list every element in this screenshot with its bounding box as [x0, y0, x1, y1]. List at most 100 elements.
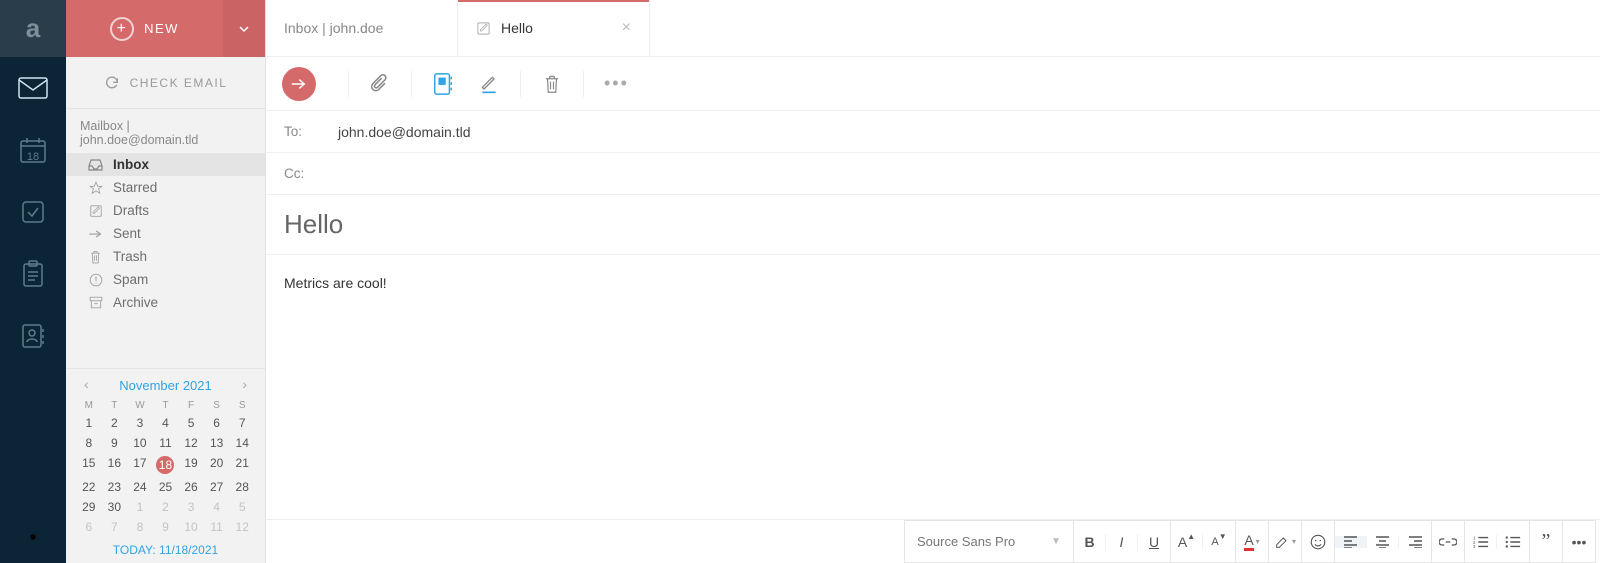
cal-day[interactable]: 13 — [204, 433, 230, 453]
rail-contacts[interactable] — [0, 305, 66, 367]
cal-day[interactable]: 12 — [229, 517, 255, 537]
cal-day[interactable]: 8 — [76, 433, 102, 453]
blockquote-button[interactable]: ” — [1530, 530, 1562, 553]
bold-button[interactable]: B — [1074, 534, 1106, 550]
rail-mail[interactable] — [0, 57, 66, 119]
folder-label: Archive — [113, 295, 158, 310]
cal-day[interactable]: 7 — [229, 413, 255, 433]
rail-notes[interactable] — [0, 243, 66, 305]
new-dropdown[interactable] — [223, 0, 265, 57]
folder-drafts[interactable]: Drafts — [66, 199, 265, 222]
cal-day[interactable]: 9 — [153, 517, 179, 537]
folder-starred[interactable]: Starred — [66, 176, 265, 199]
emoji-button[interactable] — [1302, 533, 1334, 551]
folder-sent[interactable]: Sent — [66, 222, 265, 245]
cal-day[interactable]: 17 — [127, 453, 153, 477]
cal-day[interactable]: 27 — [204, 477, 230, 497]
cal-day[interactable]: 23 — [102, 477, 128, 497]
address-book-button[interactable] — [432, 73, 454, 95]
cal-day[interactable]: 18 — [153, 453, 179, 477]
cc-row[interactable]: Cc: — [266, 153, 1600, 195]
cal-day[interactable]: 7 — [102, 517, 128, 537]
to-row[interactable]: To: john.doe@domain.tld — [266, 111, 1600, 153]
cal-day[interactable]: 14 — [229, 433, 255, 453]
cal-day[interactable]: 4 — [153, 413, 179, 433]
cal-month-label[interactable]: November 2021 — [119, 378, 212, 393]
cal-day[interactable]: 12 — [178, 433, 204, 453]
highlight-color-button[interactable]: ▾ — [1269, 534, 1301, 550]
cal-today-link[interactable]: TODAY: 11/18/2021 — [76, 537, 255, 557]
cal-day[interactable]: 3 — [178, 497, 204, 517]
font-color-button[interactable]: A▾ — [1236, 532, 1268, 551]
attach-button[interactable] — [369, 73, 391, 95]
folder-archive[interactable]: Archive — [66, 291, 265, 314]
ordered-list-button[interactable]: 123 — [1465, 535, 1497, 549]
underline-button[interactable]: U — [1138, 534, 1170, 550]
cal-day[interactable]: 5 — [178, 413, 204, 433]
align-center-button[interactable] — [1367, 536, 1399, 548]
send-button[interactable] — [282, 67, 316, 101]
tab-inbox[interactable]: Inbox | john.doe — [266, 0, 458, 56]
cal-day[interactable]: 11 — [204, 517, 230, 537]
cal-day[interactable]: 1 — [76, 413, 102, 433]
cal-day[interactable]: 6 — [76, 517, 102, 537]
cal-day[interactable]: 1 — [127, 497, 153, 517]
rail-calendar[interactable]: 18 — [0, 119, 66, 181]
folder-inbox[interactable]: Inbox — [66, 153, 265, 176]
format-more-button[interactable]: ••• — [1563, 534, 1595, 550]
cal-day[interactable]: 28 — [229, 477, 255, 497]
cal-day[interactable]: 9 — [102, 433, 128, 453]
font-family-select[interactable]: Source Sans Pro ▼ — [904, 520, 1074, 563]
cal-day[interactable]: 24 — [127, 477, 153, 497]
cal-day[interactable]: 22 — [76, 477, 102, 497]
cal-day[interactable]: 16 — [102, 453, 128, 477]
unordered-list-button[interactable] — [1497, 535, 1529, 549]
cal-day[interactable]: 30 — [102, 497, 128, 517]
italic-button[interactable]: I — [1106, 534, 1138, 550]
discard-button[interactable] — [541, 73, 563, 95]
cal-day[interactable]: 29 — [76, 497, 102, 517]
cal-day[interactable]: 20 — [204, 453, 230, 477]
font-decrease-button[interactable]: A▼ — [1203, 536, 1235, 548]
check-email-button[interactable]: CHECK EMAIL — [66, 57, 265, 109]
cal-day[interactable]: 6 — [204, 413, 230, 433]
cal-day[interactable]: 8 — [127, 517, 153, 537]
rail-settings[interactable] — [0, 511, 66, 563]
rail-tasks[interactable] — [0, 181, 66, 243]
arrow-right-icon — [291, 78, 307, 90]
cal-day[interactable]: 3 — [127, 413, 153, 433]
cal-day[interactable]: 11 — [153, 433, 179, 453]
cal-next-month[interactable]: › — [238, 376, 251, 392]
tab-close-button[interactable]: × — [622, 19, 631, 37]
tab-compose[interactable]: Hello × — [458, 0, 650, 56]
compose-body[interactable]: Metrics are cool! — [266, 255, 1600, 519]
cal-day[interactable]: 26 — [178, 477, 204, 497]
cal-day[interactable]: 10 — [178, 517, 204, 537]
folder-trash[interactable]: Trash — [66, 245, 265, 268]
cal-day[interactable]: 4 — [204, 497, 230, 517]
tab-label: Inbox | john.doe — [284, 20, 383, 36]
align-left-button[interactable] — [1335, 536, 1367, 548]
star-icon — [88, 180, 103, 195]
insert-link-button[interactable] — [1432, 536, 1464, 548]
compose-more-button[interactable]: ••• — [604, 73, 629, 94]
chevron-down-icon: ▼ — [1051, 536, 1061, 547]
cal-day[interactable]: 15 — [76, 453, 102, 477]
cal-day[interactable]: 19 — [178, 453, 204, 477]
cal-day[interactable]: 2 — [153, 497, 179, 517]
cal-day[interactable]: 5 — [229, 497, 255, 517]
cal-dow: T — [153, 397, 179, 413]
cal-day[interactable]: 10 — [127, 433, 153, 453]
font-increase-button[interactable]: A▲ — [1171, 534, 1203, 550]
cal-day[interactable]: 2 — [102, 413, 128, 433]
app-logo[interactable]: a — [0, 0, 66, 57]
new-button[interactable]: + NEW — [66, 0, 223, 57]
align-right-icon — [1408, 536, 1423, 548]
cal-day[interactable]: 21 — [229, 453, 255, 477]
align-right-button[interactable] — [1399, 536, 1431, 548]
signature-button[interactable] — [478, 73, 500, 95]
cal-day[interactable]: 25 — [153, 477, 179, 497]
cal-prev-month[interactable]: ‹ — [80, 376, 93, 392]
folder-spam[interactable]: Spam — [66, 268, 265, 291]
subject-row[interactable]: Hello — [266, 195, 1600, 255]
